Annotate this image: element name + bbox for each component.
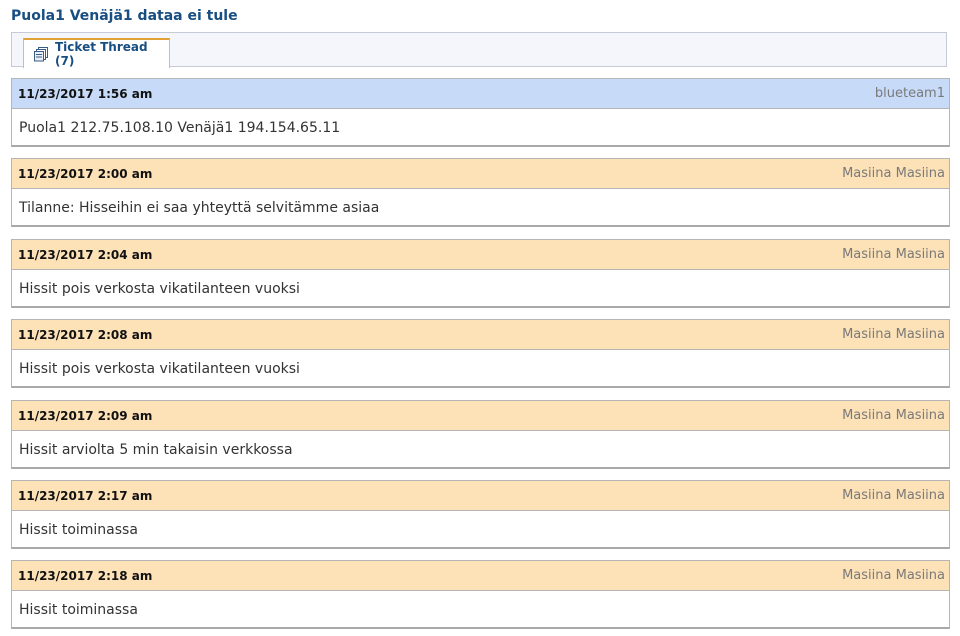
entry-author: Masiina Masiina (842, 327, 945, 342)
thread-entry: 11/23/2017 2:00 am Masiina Masiina Tilan… (11, 158, 950, 227)
entry-author: Masiina Masiina (842, 488, 945, 503)
entry-body: Tilanne: Hisseihin ei saa yhteyttä selvi… (19, 200, 380, 216)
tab-label: Ticket Thread (7) (55, 40, 148, 68)
thread-icon (33, 46, 49, 62)
entry-body: Puola1 212.75.108.10 Venäjä1 194.154.65.… (19, 120, 341, 136)
thread-entry-header: 11/23/2017 2:17 am Masiina Masiina (12, 481, 949, 511)
thread-entry: 11/23/2017 2:18 am Masiina Masiina Hissi… (11, 560, 950, 629)
thread-entry-header: 11/23/2017 2:00 am Masiina Masiina (12, 159, 949, 189)
thread-entry-header: 11/23/2017 2:08 am Masiina Masiina (12, 320, 949, 350)
entry-date: 11/23/2017 2:04 am (18, 247, 153, 262)
entry-author: blueteam1 (874, 86, 945, 101)
thread-entry: 11/23/2017 2:08 am Masiina Masiina Hissi… (11, 319, 950, 388)
thread-entry-header: 11/23/2017 2:09 am Masiina Masiina (12, 401, 949, 431)
entry-date: 11/23/2017 2:09 am (18, 408, 153, 423)
entry-body: Hissit pois verkosta vikatilanteen vuoks… (19, 361, 300, 377)
tab-ticket-thread[interactable]: Ticket Thread (7) (23, 38, 170, 68)
entry-author: Masiina Masiina (842, 166, 945, 181)
entry-date: 11/23/2017 2:17 am (18, 488, 153, 503)
thread-entry: 11/23/2017 2:09 am Masiina Masiina Hissi… (11, 400, 950, 469)
entry-body: Hissit toiminassa (19, 522, 138, 538)
tab-bar: Ticket Thread (7) (11, 32, 947, 68)
entry-body: Hissit arviolta 5 min takaisin verkkossa (19, 442, 293, 458)
entry-date: 11/23/2017 1:56 am (18, 86, 153, 101)
thread-entry-header: 11/23/2017 2:04 am Masiina Masiina (12, 240, 949, 270)
entry-author: Masiina Masiina (842, 408, 945, 423)
entry-body: Hissit toiminassa (19, 602, 138, 618)
entry-body: Hissit pois verkosta vikatilanteen vuoks… (19, 281, 300, 297)
entry-date: 11/23/2017 2:18 am (18, 568, 153, 583)
entry-date: 11/23/2017 2:08 am (18, 327, 153, 342)
thread-entry: 11/23/2017 2:17 am Masiina Masiina Hissi… (11, 480, 950, 549)
entry-author: Masiina Masiina (842, 568, 945, 583)
thread-entry-header: 11/23/2017 2:18 am Masiina Masiina (12, 561, 949, 591)
thread-entry-header: 11/23/2017 1:56 am blueteam1 (12, 79, 949, 109)
entry-author: Masiina Masiina (842, 247, 945, 262)
thread-entry: 11/23/2017 2:04 am Masiina Masiina Hissi… (11, 239, 950, 308)
ticket-title: Puola1 Venäjä1 dataa ei tule (11, 8, 238, 24)
ticket-page: Puola1 Venäjä1 dataa ei tule Ticket Thre… (0, 0, 960, 636)
thread-entry: 11/23/2017 1:56 am blueteam1 Puola1 212.… (11, 78, 950, 147)
entry-date: 11/23/2017 2:00 am (18, 166, 153, 181)
